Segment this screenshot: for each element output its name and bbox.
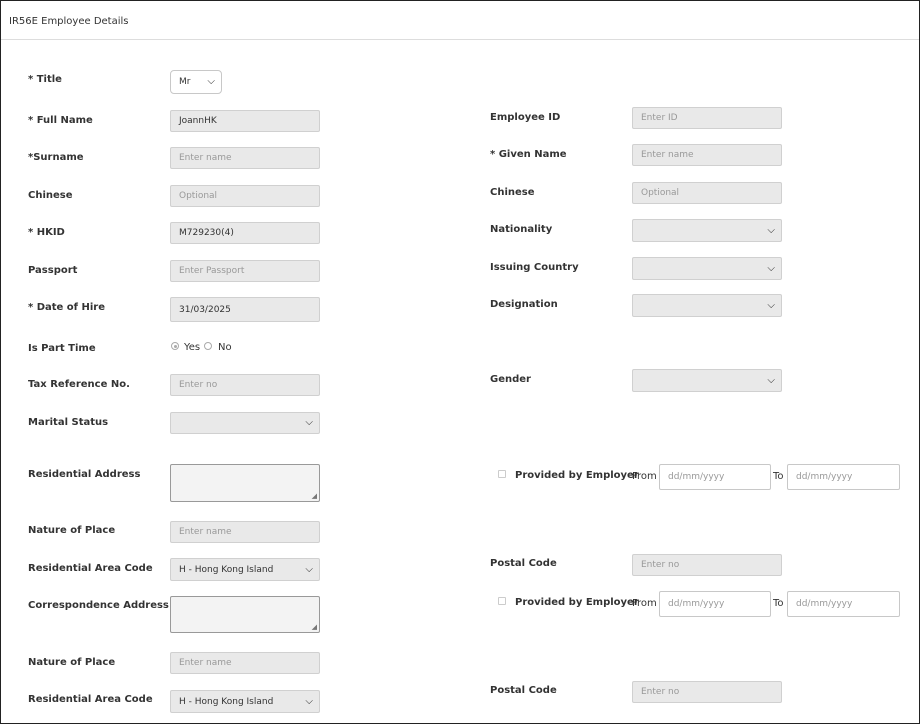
residential-area-code-value: H - Hong Kong Island <box>179 564 274 575</box>
title-select[interactable]: Mr ⌵ <box>170 70 222 94</box>
surname-field[interactable]: Enter name <box>170 147 320 169</box>
nature-of-place-label: Nature of Place <box>28 525 116 536</box>
hkid-field[interactable]: M729230(4) <box>170 222 320 244</box>
resize-handle-icon[interactable]: ◢ <box>312 492 317 500</box>
part-time-no-label: No <box>218 342 232 353</box>
issuing-country-label: Issuing Country <box>490 262 579 273</box>
from-date-field[interactable]: dd/mm/yyyy <box>659 591 771 617</box>
title-label: * Title <box>28 74 62 85</box>
chevron-down-icon: ⌵ <box>305 417 313 428</box>
chinese-name-label: Chinese <box>28 190 73 201</box>
date-of-hire-field[interactable]: 31/03/2025 <box>170 297 320 322</box>
residential-address-label: Residential Address <box>28 469 141 480</box>
to-label: To <box>773 471 784 482</box>
title-select-value: Mr <box>179 77 191 87</box>
to-date-field[interactable]: dd/mm/yyyy <box>787 464 900 490</box>
passport-field[interactable]: Enter Passport <box>170 260 320 282</box>
chevron-down-icon: ⌵ <box>305 695 313 707</box>
marital-status-label: Marital Status <box>28 417 109 428</box>
gender-label: Gender <box>490 374 531 385</box>
nature-of-place-label: Nature of Place <box>28 657 116 668</box>
part-time-no-radio[interactable] <box>204 342 212 350</box>
postal-code-field[interactable]: Enter no <box>632 681 782 703</box>
part-time-label: Is Part Time <box>28 343 96 354</box>
part-time-yes-radio[interactable] <box>171 342 179 350</box>
residential-area-code-select[interactable]: H - Hong Kong Island ⌵ <box>170 558 320 581</box>
chinese-name-field[interactable]: Optional <box>170 185 320 207</box>
to-date-field[interactable]: dd/mm/yyyy <box>787 591 900 617</box>
designation-select[interactable]: ⌵ <box>632 294 782 317</box>
provided-by-employer-checkbox[interactable] <box>498 597 506 605</box>
nature-of-place-field[interactable]: Enter name <box>170 521 320 543</box>
from-label: From <box>632 598 657 609</box>
part-time-yes-label: Yes <box>184 342 201 353</box>
nature-of-place-field[interactable]: Enter name <box>170 652 320 674</box>
chevron-down-icon: ⌵ <box>305 563 313 575</box>
correspondence-address-label: Correspondence Address <box>28 600 169 611</box>
panel-title: IR56E Employee Details <box>9 16 129 27</box>
provided-by-employer-checkbox[interactable] <box>498 470 506 478</box>
chevron-down-icon: ⌵ <box>767 262 775 274</box>
provided-by-employer-label: Provided by Employer <box>515 597 639 608</box>
from-date-field[interactable]: dd/mm/yyyy <box>659 464 771 490</box>
from-label: From <box>632 471 657 482</box>
panel-header: IR56E Employee Details <box>1 1 919 40</box>
postal-code-label: Postal Code <box>490 685 557 696</box>
employee-id-label: Employee ID <box>490 112 561 123</box>
full-name-label: * Full Name <box>28 115 93 126</box>
correspondence-address-textarea[interactable]: ◢ <box>170 596 320 633</box>
to-label: To <box>773 598 784 609</box>
resize-handle-icon[interactable]: ◢ <box>312 623 317 631</box>
designation-label: Designation <box>490 299 558 310</box>
employee-id-field[interactable]: Enter ID <box>632 107 782 129</box>
passport-label: Passport <box>28 265 78 276</box>
gender-select[interactable]: ⌵ <box>632 369 782 392</box>
hkid-label: * HKID <box>28 227 65 238</box>
marital-status-select[interactable]: ⌵ <box>170 412 320 434</box>
given-name-label: * Given Name <box>490 149 567 160</box>
tax-ref-field[interactable]: Enter no <box>170 374 320 396</box>
chevron-down-icon: ⌵ <box>767 299 775 311</box>
chevron-down-icon: ⌵ <box>767 224 775 236</box>
chinese-given-name-field[interactable]: Optional <box>632 182 782 204</box>
given-name-field[interactable]: Enter name <box>632 144 782 166</box>
residential-address-textarea[interactable]: ◢ <box>170 464 320 502</box>
surname-label: *Surname <box>28 152 84 163</box>
nationality-select[interactable]: ⌵ <box>632 219 782 242</box>
nationality-label: Nationality <box>490 224 553 235</box>
issuing-country-select[interactable]: ⌵ <box>632 257 782 280</box>
postal-code-label: Postal Code <box>490 558 557 569</box>
chinese-given-name-label: Chinese <box>490 187 535 198</box>
chevron-down-icon: ⌵ <box>767 374 775 386</box>
tax-ref-label: Tax Reference No. <box>28 379 130 390</box>
date-of-hire-label: * Date of Hire <box>28 302 106 313</box>
residential-area-code-value: H - Hong Kong Island <box>179 696 274 707</box>
full-name-field[interactable]: JoannHK <box>170 110 320 132</box>
postal-code-field[interactable]: Enter no <box>632 554 782 576</box>
residential-area-code-select[interactable]: H - Hong Kong Island ⌵ <box>170 690 320 713</box>
employee-details-panel: IR56E Employee Details * Title Mr ⌵ * Fu… <box>0 0 920 724</box>
residential-area-code-label: Residential Area Code <box>28 694 153 705</box>
provided-by-employer-label: Provided by Employer <box>515 470 639 481</box>
residential-area-code-label: Residential Area Code <box>28 563 153 574</box>
chevron-down-icon: ⌵ <box>207 76 215 87</box>
